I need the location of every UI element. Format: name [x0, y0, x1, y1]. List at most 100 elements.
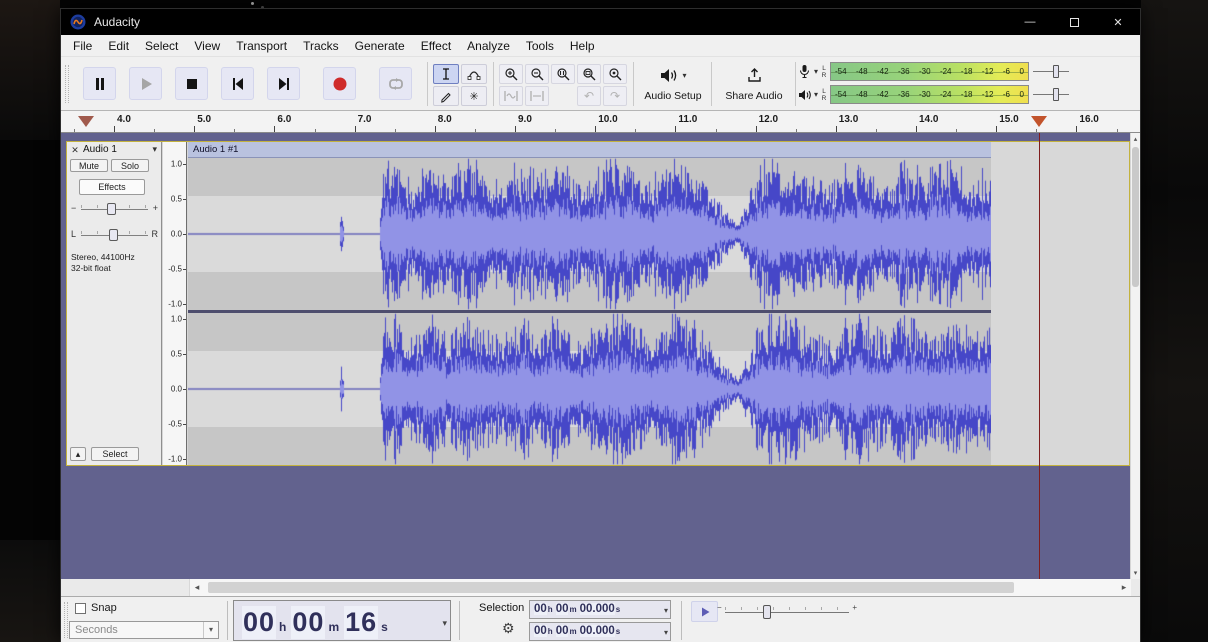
audio-position-display[interactable]: ▾ 00h00m16s: [233, 600, 451, 641]
record-button[interactable]: [323, 67, 356, 100]
selection-tool-button[interactable]: [433, 64, 459, 84]
time-format-caret-icon[interactable]: ▾: [442, 618, 447, 629]
selection-start-field[interactable]: ▾ 00h00m00.000s: [529, 600, 671, 619]
menu-item-help[interactable]: Help: [562, 36, 603, 56]
selection-end-caret-icon[interactable]: ▾: [664, 628, 668, 637]
playback-meter-bar[interactable]: -54-48-42-36-30-24-18-12-60: [830, 85, 1029, 104]
time-digit-group[interactable]: 00.000: [580, 625, 615, 637]
gain-slider[interactable]: − +: [69, 202, 160, 216]
time-digit-group[interactable]: 16: [344, 606, 378, 639]
time-digit-group[interactable]: 00.000: [580, 603, 615, 615]
track-menu-caret-icon[interactable]: ▾: [152, 144, 157, 155]
playback-volume-thumb[interactable]: [1053, 88, 1059, 101]
track-close-button[interactable]: ✕: [69, 144, 81, 156]
menu-item-tracks[interactable]: Tracks: [295, 36, 347, 56]
close-button[interactable]: ✕: [1096, 9, 1140, 35]
audio-setup-button[interactable]: ▾ Audio Setup: [639, 62, 707, 107]
zoom-out-button[interactable]: [525, 64, 549, 84]
time-digit-group[interactable]: 00: [242, 606, 276, 639]
waveform-canvas-left[interactable]: [188, 158, 991, 310]
pan-slider-thumb[interactable]: [109, 229, 118, 241]
menu-item-transport[interactable]: Transport: [228, 36, 295, 56]
silence-audio-button[interactable]: [525, 86, 549, 106]
menu-item-view[interactable]: View: [186, 36, 228, 56]
track-select-button[interactable]: Select: [91, 447, 139, 461]
recording-meter-bar[interactable]: -54-48-42-36-30-24-18-12-60: [830, 62, 1029, 81]
audio-track[interactable]: ✕ Audio 1 ▾ Mute Solo Effects − + L: [66, 141, 1130, 466]
menu-item-effect[interactable]: Effect: [413, 36, 459, 56]
envelope-tool-button[interactable]: [461, 64, 487, 84]
waveform-area[interactable]: Audio 1 #1: [188, 142, 1129, 465]
redo-button[interactable]: ↷: [603, 86, 627, 106]
mute-button[interactable]: Mute: [70, 159, 108, 172]
fit-project-button[interactable]: [577, 64, 601, 84]
collapse-track-button[interactable]: ▴: [70, 447, 86, 461]
maximize-button[interactable]: [1052, 9, 1096, 35]
title-bar[interactable]: Audacity — ✕: [61, 9, 1140, 35]
pan-slider[interactable]: L R: [69, 228, 160, 242]
scroll-down-button[interactable]: ▾: [1131, 567, 1140, 579]
scroll-up-button[interactable]: ▴: [1131, 133, 1140, 145]
horizontal-scroll-thumb[interactable]: [208, 582, 1014, 593]
selection-end-field[interactable]: ▾ 00h00m00.000s: [529, 622, 671, 641]
trim-audio-button[interactable]: [499, 86, 523, 106]
scroll-right-button[interactable]: ▸: [1117, 579, 1131, 596]
pause-button[interactable]: [83, 67, 116, 100]
menu-item-file[interactable]: File: [65, 36, 100, 56]
menu-item-analyze[interactable]: Analyze: [459, 36, 518, 56]
playback-volume-slider[interactable]: [1031, 85, 1071, 104]
play-button[interactable]: [129, 67, 162, 100]
menu-item-generate[interactable]: Generate: [347, 36, 413, 56]
audio-clip[interactable]: Audio 1 #1: [188, 142, 991, 465]
zoom-in-button[interactable]: [499, 64, 523, 84]
skip-to-end-button[interactable]: [267, 67, 300, 100]
stop-button[interactable]: [175, 67, 208, 100]
menu-item-select[interactable]: Select: [137, 36, 186, 56]
play-at-speed-button[interactable]: [691, 601, 718, 622]
snap-mode-dropdown[interactable]: Seconds ▾: [69, 621, 219, 639]
clip-header[interactable]: Audio 1 #1: [188, 142, 991, 158]
snap-checkbox[interactable]: [75, 603, 86, 614]
track-name[interactable]: Audio 1: [83, 144, 117, 155]
toolbar-grip[interactable]: [65, 65, 69, 103]
time-digit-group[interactable]: 00: [556, 603, 569, 615]
multi-tool-button[interactable]: ✳: [461, 86, 487, 106]
time-digit-group[interactable]: 00: [534, 603, 547, 615]
track-area[interactable]: ✕ Audio 1 ▾ Mute Solo Effects − + L: [61, 133, 1140, 579]
playhead-marker-icon[interactable]: [1031, 116, 1047, 127]
draw-tool-button[interactable]: [433, 86, 459, 106]
effects-button[interactable]: Effects: [79, 179, 145, 195]
share-audio-button[interactable]: Share Audio: [717, 62, 791, 107]
menu-item-tools[interactable]: Tools: [518, 36, 562, 56]
vertical-ruler[interactable]: 1.00.50.0-0.5-1.0 1.00.50.0-0.5-1.0: [163, 142, 187, 465]
recording-meter[interactable]: ▾ LR -54-48-42-36-30-24-18-12-60: [797, 61, 1071, 82]
time-digit-group[interactable]: 00: [291, 606, 325, 639]
loop-button[interactable]: [379, 67, 412, 100]
playback-speed-slider[interactable]: − +: [725, 603, 849, 621]
vertical-scrollbar[interactable]: ▴ ▾: [1130, 133, 1140, 579]
timeline-pin-icon[interactable]: [78, 116, 94, 127]
toolbar-grip[interactable]: [64, 602, 68, 638]
playback-meter[interactable]: ▾ LR -54-48-42-36-30-24-18-12-60: [797, 84, 1071, 105]
minimize-button[interactable]: —: [1008, 9, 1052, 35]
vertical-scroll-thumb[interactable]: [1132, 147, 1139, 287]
time-digit-group[interactable]: 00: [556, 625, 569, 637]
empty-track-region[interactable]: [991, 142, 1129, 465]
time-digit-group[interactable]: 00: [534, 625, 547, 637]
waveform-channel-left[interactable]: [188, 158, 991, 310]
speed-slider-thumb[interactable]: [763, 605, 771, 619]
recording-volume-thumb[interactable]: [1053, 65, 1059, 78]
gain-slider-thumb[interactable]: [107, 203, 116, 215]
undo-button[interactable]: ↶: [577, 86, 601, 106]
scroll-left-button[interactable]: ◂: [190, 579, 204, 596]
recording-volume-slider[interactable]: [1031, 62, 1071, 81]
solo-button[interactable]: Solo: [111, 159, 149, 172]
zoom-toggle-button[interactable]: [603, 64, 627, 84]
waveform-canvas-right[interactable]: [188, 313, 991, 465]
skip-to-start-button[interactable]: [221, 67, 254, 100]
selection-start-caret-icon[interactable]: ▾: [664, 606, 668, 615]
menu-item-edit[interactable]: Edit: [100, 36, 137, 56]
horizontal-scrollbar[interactable]: ◂ ▸: [189, 579, 1131, 596]
timeline-ruler[interactable]: 4.05.06.07.08.09.010.011.012.013.014.015…: [61, 111, 1140, 133]
selection-settings-gear-icon[interactable]: ⚙: [502, 620, 515, 637]
